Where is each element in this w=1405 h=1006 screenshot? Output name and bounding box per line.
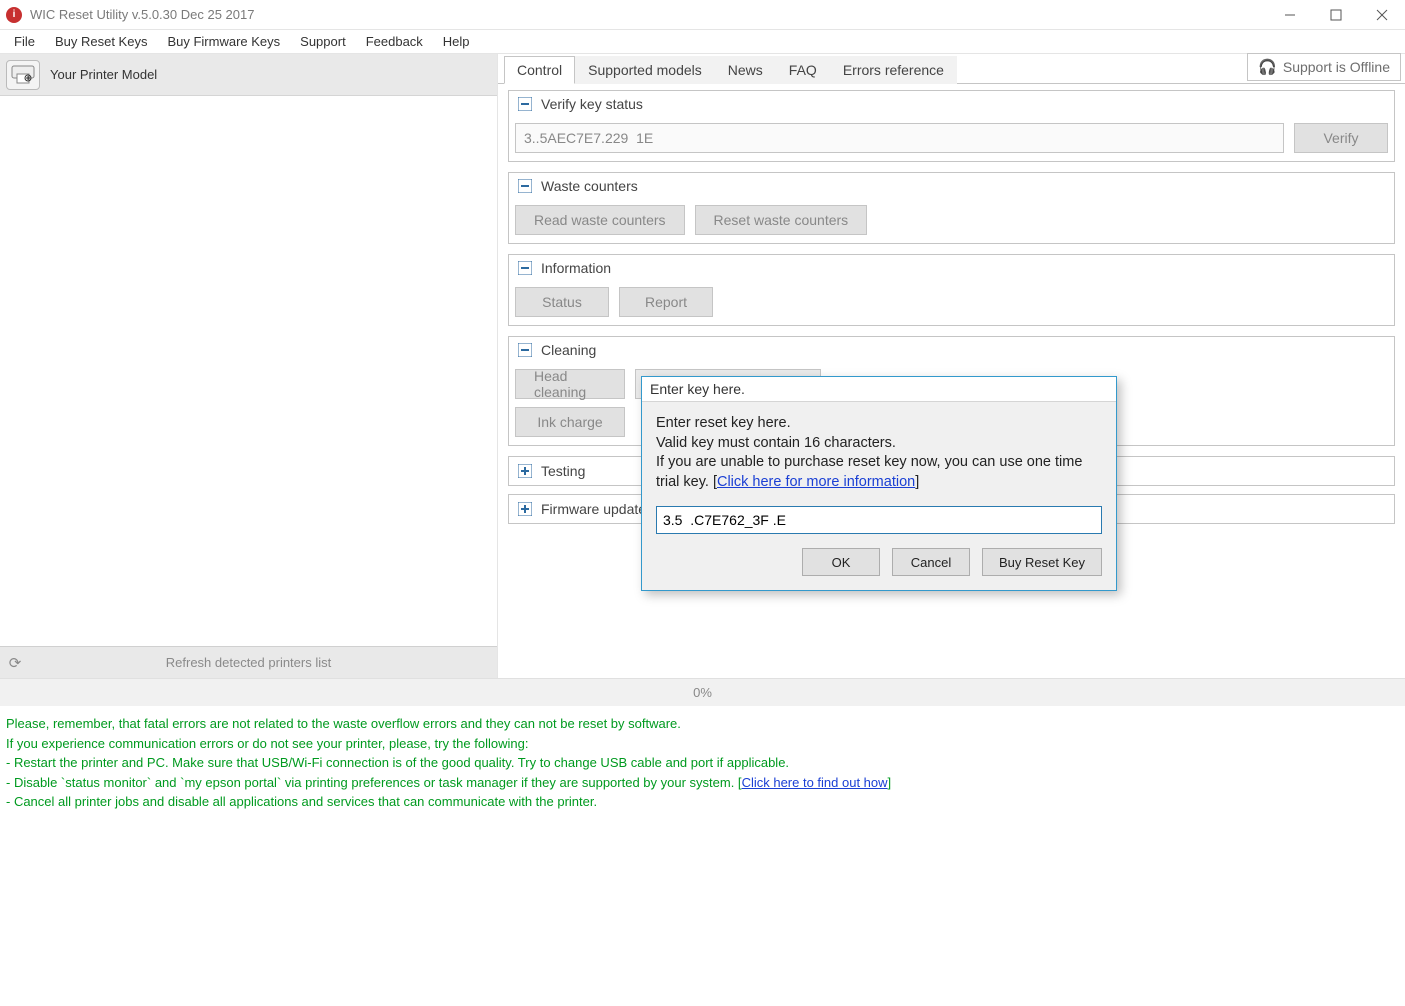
dialog-ok-button[interactable]: OK <box>802 548 880 576</box>
collapse-icon <box>517 344 533 357</box>
maximize-button[interactable] <box>1313 0 1359 30</box>
group-verify-head[interactable]: Verify key status <box>509 91 1394 117</box>
collapse-icon <box>517 262 533 275</box>
help-line-4: - Disable `status monitor` and `my epson… <box>6 773 1399 793</box>
tab-bar: Control Supported models News FAQ Errors… <box>498 54 1405 84</box>
window-title: WIC Reset Utility v.5.0.30 Dec 25 2017 <box>30 7 254 22</box>
group-info-title: Information <box>541 260 611 276</box>
head-cleaning-button[interactable]: Head cleaning <box>515 369 625 399</box>
verify-button[interactable]: Verify <box>1294 123 1388 153</box>
left-pane: Your Printer Model ⟳ Refresh detected pr… <box>0 54 498 678</box>
expand-icon <box>517 465 533 478</box>
close-button[interactable] <box>1359 0 1405 30</box>
ink-charge-button[interactable]: Ink charge <box>515 407 625 437</box>
menubar: File Buy Reset Keys Buy Firmware Keys Su… <box>0 30 1405 54</box>
group-info-head[interactable]: Information <box>509 255 1394 281</box>
tab-errors-reference[interactable]: Errors reference <box>830 56 957 84</box>
group-firmware-title: Firmware update <box>541 501 646 517</box>
reset-key-input[interactable] <box>656 506 1102 534</box>
minimize-button[interactable] <box>1267 0 1313 30</box>
dialog-title: Enter key here. <box>642 377 1116 401</box>
titlebar: i WIC Reset Utility v.5.0.30 Dec 25 2017 <box>0 0 1405 30</box>
refresh-label: Refresh detected printers list <box>30 655 497 670</box>
report-button[interactable]: Report <box>619 287 713 317</box>
menu-file[interactable]: File <box>4 32 45 51</box>
help-line-3: - Restart the printer and PC. Make sure … <box>6 753 1399 773</box>
collapse-icon <box>517 180 533 193</box>
reset-waste-button[interactable]: Reset waste counters <box>695 205 868 235</box>
status-button[interactable]: Status <box>515 287 609 317</box>
refresh-bar[interactable]: ⟳ Refresh detected printers list <box>0 646 497 678</box>
printer-icon <box>6 60 40 90</box>
menu-help[interactable]: Help <box>433 32 480 51</box>
printer-model-label: Your Printer Model <box>50 67 157 82</box>
menu-support[interactable]: Support <box>290 32 356 51</box>
read-waste-button[interactable]: Read waste counters <box>515 205 685 235</box>
help-area: Please, remember, that fatal errors are … <box>0 706 1405 820</box>
menu-feedback[interactable]: Feedback <box>356 32 433 51</box>
tab-news[interactable]: News <box>715 56 776 84</box>
support-status-label: Support is Offline <box>1283 59 1390 75</box>
tab-control[interactable]: Control <box>504 56 575 84</box>
dialog-info-link[interactable]: Click here for more information <box>717 474 915 490</box>
printer-header: Your Printer Model <box>0 54 497 96</box>
group-waste: Waste counters Read waste counters Reset… <box>508 172 1395 244</box>
help-line-2: If you experience communication errors o… <box>6 734 1399 754</box>
dialog-buy-button[interactable]: Buy Reset Key <box>982 548 1102 576</box>
group-verify-title: Verify key status <box>541 96 643 112</box>
group-waste-head[interactable]: Waste counters <box>509 173 1394 199</box>
menu-buy-firmware-keys[interactable]: Buy Firmware Keys <box>157 32 290 51</box>
group-waste-title: Waste counters <box>541 178 638 194</box>
help-line-5: - Cancel all printer jobs and disable al… <box>6 792 1399 812</box>
headset-icon: 🎧 <box>1258 58 1277 76</box>
group-verify-key: Verify key status Verify <box>508 90 1395 162</box>
printer-list[interactable] <box>0 96 497 646</box>
group-cleaning-title: Cleaning <box>541 342 596 358</box>
status-strip: 0% <box>0 678 1405 706</box>
collapse-icon <box>517 98 533 111</box>
enter-key-dialog: Enter key here. Enter reset key here. Va… <box>641 376 1117 591</box>
group-testing-title: Testing <box>541 463 585 479</box>
dialog-message: Enter reset key here. Valid key must con… <box>656 414 1102 492</box>
refresh-icon: ⟳ <box>0 654 30 672</box>
progress-label: 0% <box>693 685 712 700</box>
help-line-1: Please, remember, that fatal errors are … <box>6 714 1399 734</box>
menu-buy-reset-keys[interactable]: Buy Reset Keys <box>45 32 158 51</box>
help-link-status-monitor[interactable]: Click here to find out how <box>742 775 888 790</box>
app-icon: i <box>6 7 22 23</box>
group-information: Information Status Report <box>508 254 1395 326</box>
dialog-cancel-button[interactable]: Cancel <box>892 548 970 576</box>
expand-icon <box>517 503 533 516</box>
group-cleaning-head[interactable]: Cleaning <box>509 337 1394 363</box>
verify-key-input[interactable] <box>515 123 1284 153</box>
support-status[interactable]: 🎧 Support is Offline <box>1247 53 1401 81</box>
tab-supported-models[interactable]: Supported models <box>575 56 715 84</box>
tab-faq[interactable]: FAQ <box>776 56 830 84</box>
